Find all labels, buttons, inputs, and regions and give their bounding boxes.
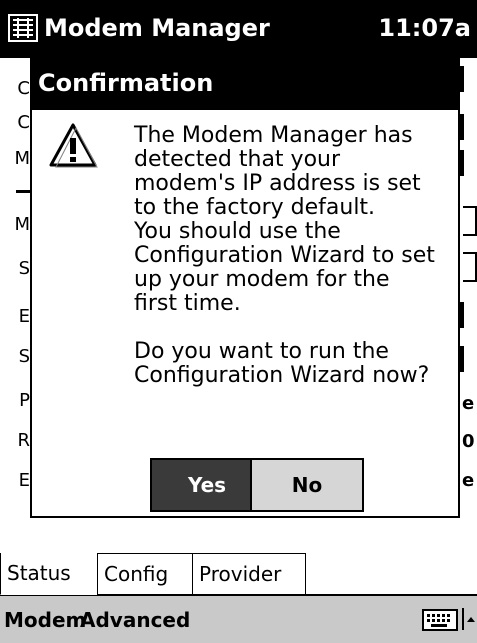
up-arrow-icon[interactable] [462,608,476,630]
bg-right-edge [460,302,464,328]
bg-row-letter: S [18,346,30,367]
bg-right-edge [460,114,464,140]
bg-row-letter: P [19,390,30,411]
bg-value-fragment: e [462,393,475,414]
bg-value-fragment: 0 [462,431,475,452]
dialog-title: Confirmation [38,69,214,97]
bg-input-edge[interactable] [463,252,477,282]
bg-right-edge [460,346,464,372]
menu-modem[interactable]: Modem [4,608,86,632]
bg-row-letter: C [17,78,30,99]
title-bar: Modem Manager 11:07a [0,0,477,58]
bg-row-letter: S [18,258,30,279]
bg-row-letter: E [18,306,30,327]
menu-advanced[interactable]: Advanced [80,608,190,632]
bg-row-letter: M [14,148,30,169]
bg-row-letter: E [18,470,30,491]
tab-config[interactable]: Config [97,553,193,595]
bg-row-letter: C [17,112,30,133]
app-title: Modem Manager [44,14,270,42]
bg-row-letter: M [14,214,30,235]
no-button[interactable]: No [250,458,364,512]
bg-right-edge [460,66,464,92]
clock[interactable]: 11:07a [378,12,471,44]
bg-input-edge[interactable] [463,206,477,236]
bg-value-fragment: e [462,470,475,491]
warning-exclamation-icon [49,123,98,168]
tab-provider[interactable]: Provider [192,553,306,595]
keyboard-icon[interactable] [422,609,458,631]
tab-status[interactable]: Status [0,553,98,595]
dialog-message: The Modem Manager has detected that your… [134,123,435,388]
yes-button[interactable]: Yes [150,458,264,512]
bg-right-edge [460,150,464,176]
bg-row-letter: R [17,430,30,451]
windows-start-icon[interactable] [8,14,38,42]
confirmation-dialog: Confirmation The Modem Manager has detec… [30,58,460,518]
dialog-title-bar: Confirmation [32,60,458,110]
menu-bar: Modem Advanced [0,595,477,643]
